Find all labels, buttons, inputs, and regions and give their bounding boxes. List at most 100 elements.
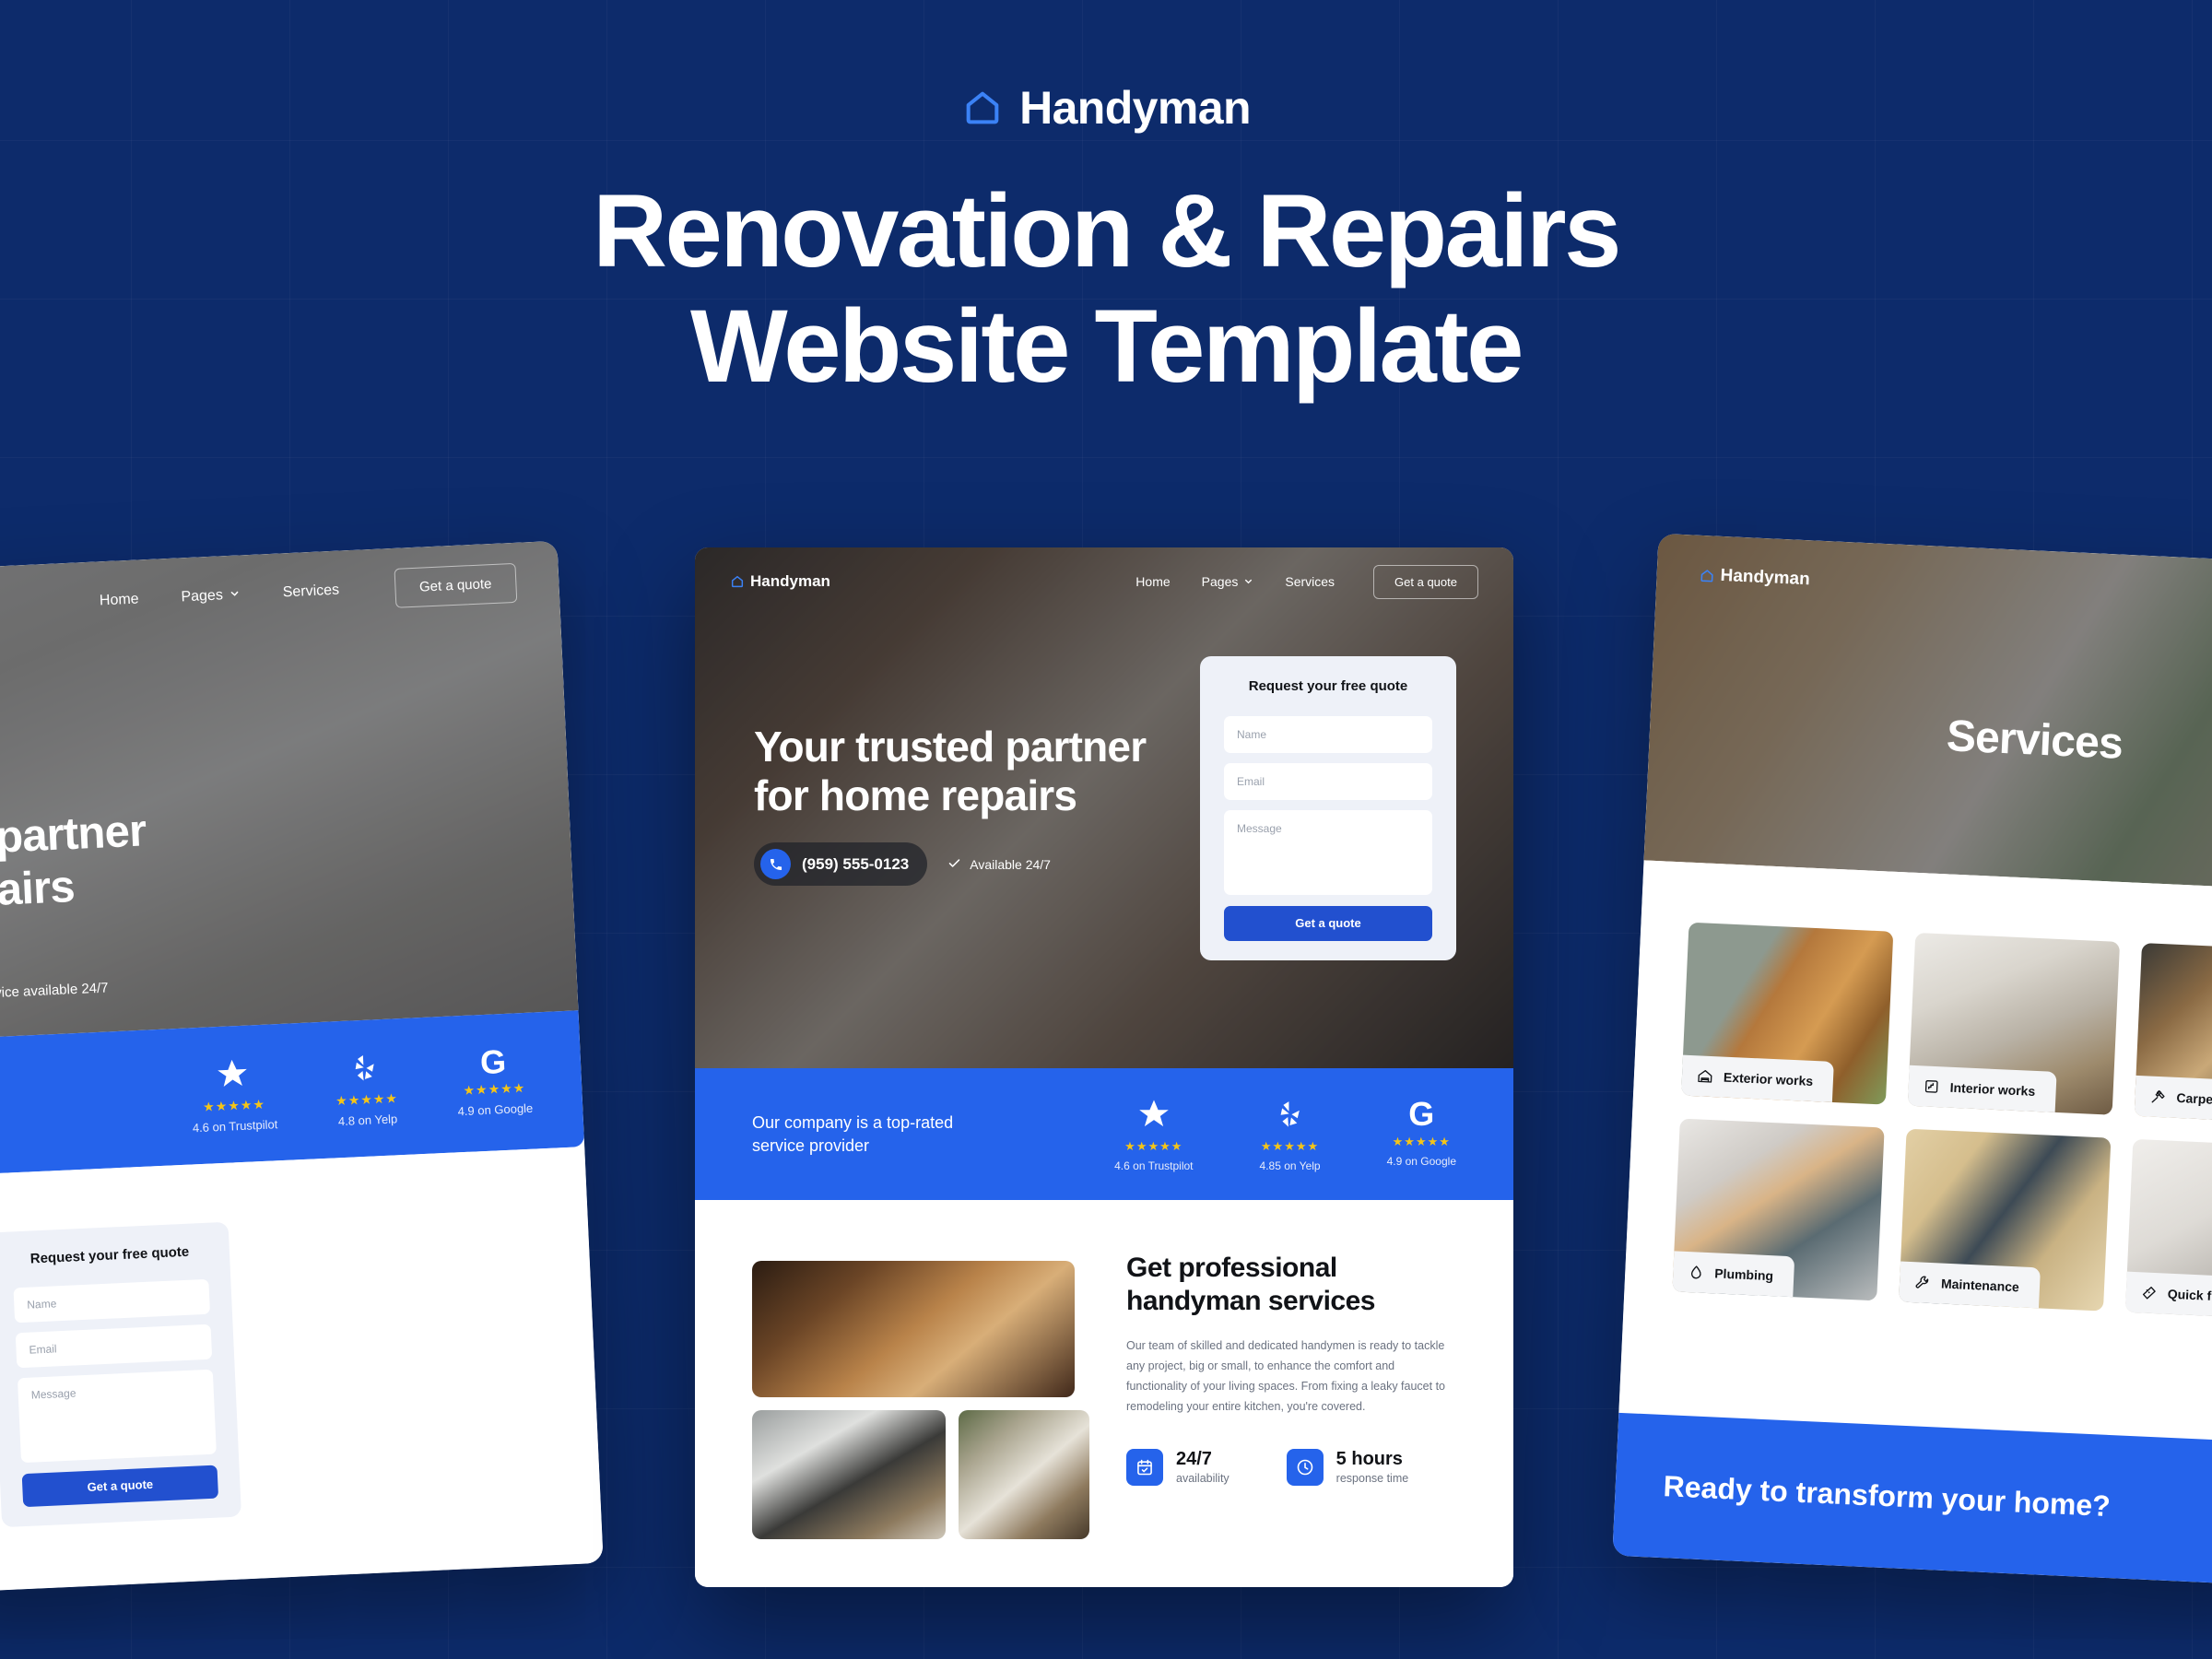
chevron-down-icon — [1243, 574, 1253, 589]
service-chip-carpentry: Carpentry — [2134, 1075, 2212, 1122]
calendar-check-icon — [1126, 1448, 1163, 1486]
stat-label-center-1: response time — [1335, 1472, 1409, 1485]
rating-google-left: G ★★★★★ 4.9 on Google — [454, 1041, 534, 1123]
rating-stars-yelp-left: ★★★★★ — [335, 1089, 399, 1108]
quote-submit-button-left[interactable]: Get a quote — [21, 1465, 219, 1508]
service-card-quick-fixes[interactable]: Quick fixes — [2124, 1138, 2212, 1322]
hero-title-center: Your trusted partner for home repairs — [754, 723, 1147, 821]
quote-email-placeholder-left: Email — [29, 1342, 57, 1357]
brand-lockup: Handyman — [0, 81, 2212, 135]
rating-stars-google-center: ★★★★★ — [1392, 1134, 1451, 1148]
section-heading-center-line-2: handyman services — [1126, 1286, 1375, 1316]
quote-message-input-center[interactable]: Message — [1224, 810, 1432, 895]
section-content-center: Get professional handyman services Our t… — [695, 1200, 1513, 1587]
ratings-left: ★★★★★ 4.6 on Trustpilot ★★★★★ 4.8 on Yel… — [189, 1041, 534, 1135]
page-header: Handyman Renovation & Repairs Website Te… — [0, 0, 2212, 405]
service-card-carpentry[interactable]: Carpentry — [2134, 943, 2212, 1125]
rating-stars-trustpilot-center: ★★★★★ — [1124, 1138, 1183, 1153]
rating-label-yelp-center: 4.85 on Yelp — [1259, 1159, 1321, 1172]
availability-left: Service available 24/7 — [0, 978, 109, 1004]
availability-center-label: Available 24/7 — [970, 856, 1051, 872]
nav-get-a-quote-button[interactable]: Get a quote — [394, 562, 518, 608]
quote-name-placeholder-left: Name — [27, 1297, 57, 1312]
home-outline-icon — [961, 87, 1004, 129]
google-g-icon: G — [1408, 1094, 1435, 1133]
google-g-icon: G — [479, 1041, 507, 1081]
rating-stars-google-left: ★★★★★ — [463, 1079, 526, 1098]
quote-message-input-left[interactable]: Message — [17, 1369, 217, 1464]
section-image-main-center — [752, 1261, 1075, 1397]
rating-stars-trustpilot-left: ★★★★★ — [202, 1096, 266, 1114]
phone-pill-center[interactable]: (959) 555-0123 — [754, 842, 928, 886]
service-card-exterior-works[interactable]: Exterior works — [1681, 922, 1894, 1105]
service-chip-interior-works: Interior works — [1907, 1065, 2057, 1112]
stat-value-center-1: 5 hours — [1335, 1449, 1403, 1469]
nav-link-home[interactable]: Home — [1135, 574, 1170, 589]
quote-submit-button-center[interactable]: Get a quote — [1224, 906, 1432, 941]
nav-link-pages[interactable]: Pages — [1202, 574, 1254, 589]
section-image-thumb-1-center — [752, 1410, 946, 1539]
services-grid-panel: Exterior works Interior works Carpentry … — [1618, 860, 2212, 1453]
quote-email-input-center[interactable]: Email — [1224, 763, 1432, 800]
phone-icon — [760, 849, 791, 879]
rating-google-center: G ★★★★★ 4.9 on Google — [1387, 1094, 1456, 1172]
service-chip-maintenance: Maintenance — [1899, 1261, 2041, 1309]
service-label-exterior-works: Exterior works — [1723, 1069, 1814, 1088]
section-body-center: Our team of skilled and dedicated handym… — [1126, 1339, 1445, 1413]
yelp-burst-icon — [347, 1054, 385, 1089]
rating-band-center-text: Our company is a top-rated service provi… — [752, 1112, 953, 1157]
quote-card-center: Request your free quote Name Email Messa… — [1200, 656, 1456, 960]
nav-link-services[interactable]: Services — [1285, 574, 1335, 589]
service-chip-quick-fixes: Quick fixes — [2124, 1271, 2212, 1319]
mock-logo-right-label: Handyman — [1720, 565, 1811, 590]
hero-title-right: Services — [1946, 711, 2124, 770]
ratings-center: ★★★★★ 4.6 on Trustpilot ★★★★★ 4.85 on Ye… — [1114, 1094, 1456, 1172]
quote-name-input-center[interactable]: Name — [1224, 716, 1432, 753]
check-icon — [947, 856, 961, 873]
quote-message-placeholder-center: Message — [1237, 822, 1282, 835]
mock-logo-center[interactable]: Handyman — [730, 572, 830, 591]
service-chip-plumbing: Plumbing — [1672, 1251, 1795, 1298]
phone-number-center: (959) 555-0123 — [802, 854, 910, 873]
rating-yelp-left: ★★★★★ 4.8 on Yelp — [334, 1049, 399, 1128]
hero-meta-center: (959) 555-0123 Available 24/7 — [754, 842, 1051, 886]
hero-title-center-line-2: for home repairs — [754, 771, 1077, 820]
nav-get-a-quote-button[interactable]: Get a quote — [1373, 564, 1478, 599]
service-card-interior-works[interactable]: Interior works — [1907, 932, 2121, 1115]
page-title: Renovation & Repairs Website Template — [0, 173, 2212, 405]
stat-response-time-center: 5 hours response time — [1286, 1448, 1409, 1486]
availability-left-label: Service available 24/7 — [0, 979, 109, 1002]
stat-value-center-0: 24/7 — [1176, 1449, 1212, 1469]
rating-trustpilot-center: ★★★★★ 4.6 on Trustpilot — [1114, 1097, 1194, 1172]
hero-title-center-line-1: Your trusted partner — [754, 723, 1147, 771]
section-image-thumb-2-center — [959, 1410, 1089, 1539]
stat-availability-center: 24/7 availability — [1126, 1448, 1230, 1486]
mockup-home-center: Handyman Home Pages Services Get a quote… — [695, 547, 1513, 1587]
availability-center: Available 24/7 — [947, 856, 1051, 873]
service-label-interior-works: Interior works — [1949, 1079, 2036, 1099]
nav-link-services[interactable]: Services — [282, 582, 339, 602]
service-card-maintenance[interactable]: Maintenance — [1899, 1128, 2112, 1312]
mockup-services-right: Handyman Home Pages Services Services Ex… — [1612, 533, 2212, 1596]
mock-logo-right[interactable]: Handyman — [1699, 565, 1810, 590]
service-label-maintenance: Maintenance — [1940, 1276, 2020, 1295]
quote-name-input-left[interactable]: Name — [13, 1278, 210, 1324]
service-label-carpentry: Carpentry — [2176, 1089, 2212, 1108]
rating-trustpilot-left: ★★★★★ 4.6 on Trustpilot — [189, 1054, 278, 1135]
yelp-burst-icon — [1272, 1100, 1309, 1135]
rating-stars-yelp-center: ★★★★★ — [1260, 1138, 1320, 1153]
rating-band-center-line-2: service provider — [752, 1135, 870, 1155]
stat-label-center-0: availability — [1176, 1472, 1230, 1485]
rating-label-google-left: 4.9 on Google — [457, 1100, 534, 1118]
service-label-quick-fixes: Quick fixes — [2167, 1286, 2212, 1305]
trustpilot-star-icon — [1135, 1099, 1172, 1135]
cta-text-right: Ready to transform your home? — [1662, 1469, 2112, 1524]
nav-link-pages[interactable]: Pages — [181, 586, 241, 606]
hero-title-right-label: Services — [1945, 712, 2124, 769]
quote-email-input-left[interactable]: Email — [15, 1324, 213, 1369]
nav-link-pages-label: Pages — [1201, 574, 1239, 589]
nav-link-home[interactable]: Home — [100, 591, 139, 609]
service-card-plumbing[interactable]: Plumbing — [1672, 1118, 1885, 1301]
quote-card-left: Request your free quote Name Email Messa… — [0, 1221, 241, 1528]
mock-nav-center: Handyman Home Pages Services Get a quote — [695, 547, 1513, 616]
